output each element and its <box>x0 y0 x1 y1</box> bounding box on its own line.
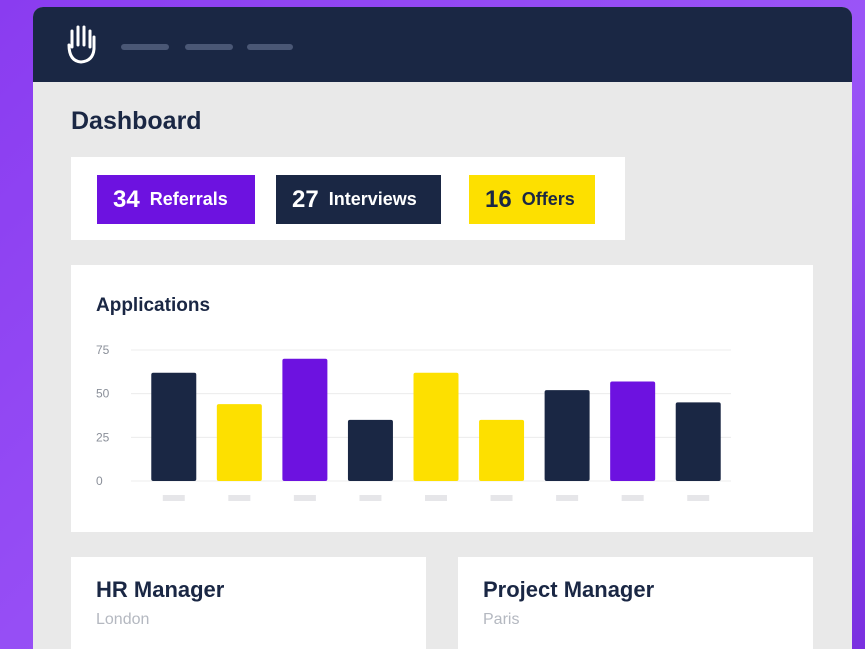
referrals-stat[interactable]: 34 Referrals <box>97 175 255 224</box>
job-card-project-manager[interactable]: Project Manager Paris <box>458 557 813 649</box>
hand-icon[interactable] <box>61 21 101 67</box>
y-tick-label: 0 <box>96 474 103 488</box>
interviews-stat[interactable]: 27 Interviews <box>276 175 441 224</box>
interviews-label: Interviews <box>328 189 417 209</box>
nav-item-2[interactable] <box>185 44 233 50</box>
nav-item-3[interactable] <box>247 44 293 50</box>
x-tick-placeholder <box>162 495 185 501</box>
top-bar <box>33 7 852 82</box>
referrals-count: 34 <box>113 185 140 213</box>
bar[interactable] <box>282 358 328 481</box>
bar[interactable] <box>347 419 393 481</box>
referrals-label: Referrals <box>149 189 228 209</box>
bar[interactable] <box>151 372 197 481</box>
x-tick-placeholder <box>425 495 447 501</box>
interviews-count: 27 <box>292 185 319 213</box>
bar[interactable] <box>610 381 656 481</box>
job-card-hr-manager[interactable]: HR Manager London <box>71 557 426 649</box>
dashboard-window: Dashboard 34 Referrals 27 Interviews 16 … <box>33 7 852 649</box>
bar[interactable] <box>413 372 459 481</box>
bar[interactable] <box>479 419 525 481</box>
offers-stat[interactable]: 16 Offers <box>469 175 595 224</box>
y-tick-label: 25 <box>96 430 110 444</box>
stats-card: 34 Referrals 27 Interviews 16 Offers <box>71 157 625 240</box>
offers-label: Offers <box>521 189 575 209</box>
nav-item-1[interactable] <box>121 44 169 50</box>
x-tick-placeholder <box>359 495 382 501</box>
job-title: HR Manager <box>96 577 225 602</box>
bar[interactable] <box>544 390 590 481</box>
x-tick-placeholder <box>228 495 251 501</box>
page-title: Dashboard <box>71 107 202 135</box>
x-tick-placeholder <box>621 495 644 501</box>
bar[interactable] <box>675 402 721 481</box>
job-title: Project Manager <box>483 577 655 602</box>
x-tick-placeholder <box>293 495 316 501</box>
applications-bar-chart: 0 25 50 75 <box>96 343 731 501</box>
x-tick-placeholder <box>556 495 579 501</box>
offers-count: 16 <box>485 185 512 213</box>
y-tick-label: 50 <box>96 387 110 401</box>
bar[interactable] <box>216 404 262 481</box>
x-tick-placeholder <box>687 495 710 501</box>
y-tick-label: 75 <box>96 343 110 357</box>
x-tick-placeholder <box>490 495 513 501</box>
job-location: London <box>96 611 150 628</box>
job-location: Paris <box>483 611 520 628</box>
applications-chart-card: Applications 0 25 50 75 <box>71 265 813 532</box>
